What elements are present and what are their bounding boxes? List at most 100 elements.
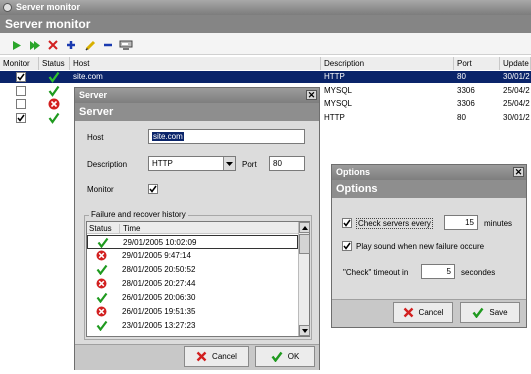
timeout-input[interactable]: 5	[421, 264, 455, 279]
update-cell: 25/04/2	[503, 86, 530, 95]
port-cell: 80	[457, 113, 466, 122]
scrollbar[interactable]	[298, 222, 310, 336]
save-button[interactable]: Save	[460, 302, 520, 323]
error-status-icon	[48, 98, 60, 112]
timeout-value: 5	[446, 267, 451, 276]
port-cell: 3306	[457, 99, 475, 108]
edit-icon[interactable]	[82, 37, 98, 53]
delete-icon[interactable]	[45, 37, 61, 53]
cancel-button[interactable]: Cancel	[184, 346, 249, 367]
server-dialog-header: Server	[75, 103, 319, 121]
host-input-value: site.com	[152, 132, 184, 141]
options-dialog-header: Options	[332, 180, 526, 198]
ok-status-icon	[96, 264, 108, 277]
monitor-checkbox[interactable]	[16, 113, 26, 123]
history-col-time: Time	[119, 224, 140, 233]
check-every-input[interactable]: 15	[444, 215, 478, 230]
monitor-checkbox[interactable]	[148, 184, 158, 194]
history-time: 28/01/2005 20:50:52	[122, 265, 196, 274]
history-row[interactable]: 23/01/2005 13:27:23	[87, 319, 298, 333]
monitor-checkbox[interactable]	[16, 72, 26, 82]
ok-status-icon	[48, 71, 60, 85]
options-dialog-titlebar[interactable]: Options ✕	[332, 165, 526, 180]
table-row[interactable]: site.com HTTP 80 30/01/2	[0, 71, 531, 83]
scroll-thumb[interactable]	[299, 234, 310, 254]
app-logo-icon	[3, 3, 12, 12]
host-cell: site.com	[73, 72, 103, 81]
check-every-value: 15	[465, 218, 474, 227]
options-cancel-button[interactable]: Cancel	[393, 302, 453, 323]
play-sound-checkbox[interactable]	[342, 241, 352, 251]
remove-icon[interactable]	[100, 37, 116, 53]
toolbar	[0, 33, 531, 55]
save-label: Save	[489, 308, 508, 317]
history-time: 29/01/2005 10:02:09	[123, 238, 197, 247]
history-row[interactable]: 28/01/2005 20:27:44	[87, 277, 298, 291]
server-dialog: Server ✕ Server Host site.com Descriptio…	[74, 87, 320, 370]
description-select-value: HTTP	[152, 159, 173, 168]
ok-label: OK	[287, 352, 300, 361]
chevron-down-icon[interactable]	[223, 157, 235, 170]
add-icon[interactable]	[63, 37, 79, 53]
port-cell: 80	[457, 72, 466, 81]
monitor-checkbox[interactable]	[16, 86, 26, 96]
check-every-checkbox[interactable]	[342, 218, 352, 228]
history-time: 29/01/2005 9:47:14	[122, 251, 191, 260]
play-all-icon[interactable]	[27, 37, 43, 53]
description-select[interactable]: HTTP	[148, 156, 236, 171]
history-row[interactable]: 29/01/2005 10:02:09	[87, 235, 298, 249]
ok-button[interactable]: OK	[255, 346, 315, 367]
col-status[interactable]: Status	[39, 57, 70, 70]
cancel-label: Cancel	[212, 352, 237, 361]
cancel-icon	[196, 351, 207, 362]
update-cell: 25/04/2	[503, 99, 530, 108]
history-row[interactable]: 28/01/2005 20:50:52	[87, 263, 298, 277]
server-icon[interactable]	[118, 37, 134, 53]
ok-icon	[472, 307, 484, 318]
options-dialog: Options ✕ Options Check servers every 15…	[331, 164, 527, 328]
play-sound-label: Play sound when new failure occure	[356, 242, 485, 251]
description-cell: MYSQL	[324, 86, 353, 95]
update-cell: 30/01/2	[503, 113, 530, 122]
close-icon[interactable]: ✕	[513, 167, 524, 177]
col-monitor[interactable]: Monitor	[0, 57, 39, 70]
col-host[interactable]: Host	[70, 57, 321, 70]
history-group-label: Failure and recover history	[89, 210, 188, 219]
error-status-icon	[96, 250, 107, 263]
window-title: Server monitor	[16, 2, 81, 12]
scroll-up-icon[interactable]	[299, 222, 310, 233]
header-title: Server monitor	[5, 17, 91, 31]
error-status-icon	[96, 306, 107, 319]
port-input[interactable]: 80	[269, 156, 305, 171]
col-description[interactable]: Description	[321, 57, 454, 70]
ok-icon	[271, 351, 283, 362]
ok-status-icon	[48, 112, 60, 126]
description-cell: HTTP	[324, 113, 345, 122]
history-time: 28/01/2005 20:27:44	[122, 279, 196, 288]
history-row[interactable]: 29/01/2005 9:47:14	[87, 249, 298, 263]
ok-status-icon	[96, 320, 108, 333]
history-row[interactable]: 26/01/2005 20:06:30	[87, 291, 298, 305]
description-label: Description	[87, 160, 128, 169]
port-cell: 3306	[457, 86, 475, 95]
history-row[interactable]: 26/01/2005 19:51:35	[87, 305, 298, 319]
close-icon[interactable]: ✕	[306, 90, 317, 100]
server-dialog-titlebar[interactable]: Server ✕	[75, 88, 319, 103]
description-cell: MYSQL	[324, 99, 353, 108]
port-input-value: 80	[273, 159, 282, 168]
play-icon[interactable]	[9, 37, 25, 53]
timeout-label: "Check" timeout in	[343, 268, 409, 277]
history-time: 26/01/2005 19:51:35	[122, 307, 196, 316]
app-header: Server monitor	[0, 15, 531, 33]
host-input[interactable]: site.com	[148, 129, 305, 144]
options-dialog-title: Options	[336, 167, 370, 177]
check-every-unit: minutes	[484, 219, 513, 228]
scroll-down-icon[interactable]	[299, 325, 310, 336]
port-label: Port	[242, 160, 257, 169]
col-port[interactable]: Port	[454, 57, 500, 70]
history-list[interactable]: Status Time 29/01/2005 10:02:09 29/01/200…	[86, 221, 310, 337]
monitor-checkbox[interactable]	[16, 99, 26, 109]
cancel-icon	[403, 307, 413, 318]
history-time: 23/01/2005 13:27:23	[122, 321, 196, 330]
col-update[interactable]: Update	[500, 57, 531, 70]
